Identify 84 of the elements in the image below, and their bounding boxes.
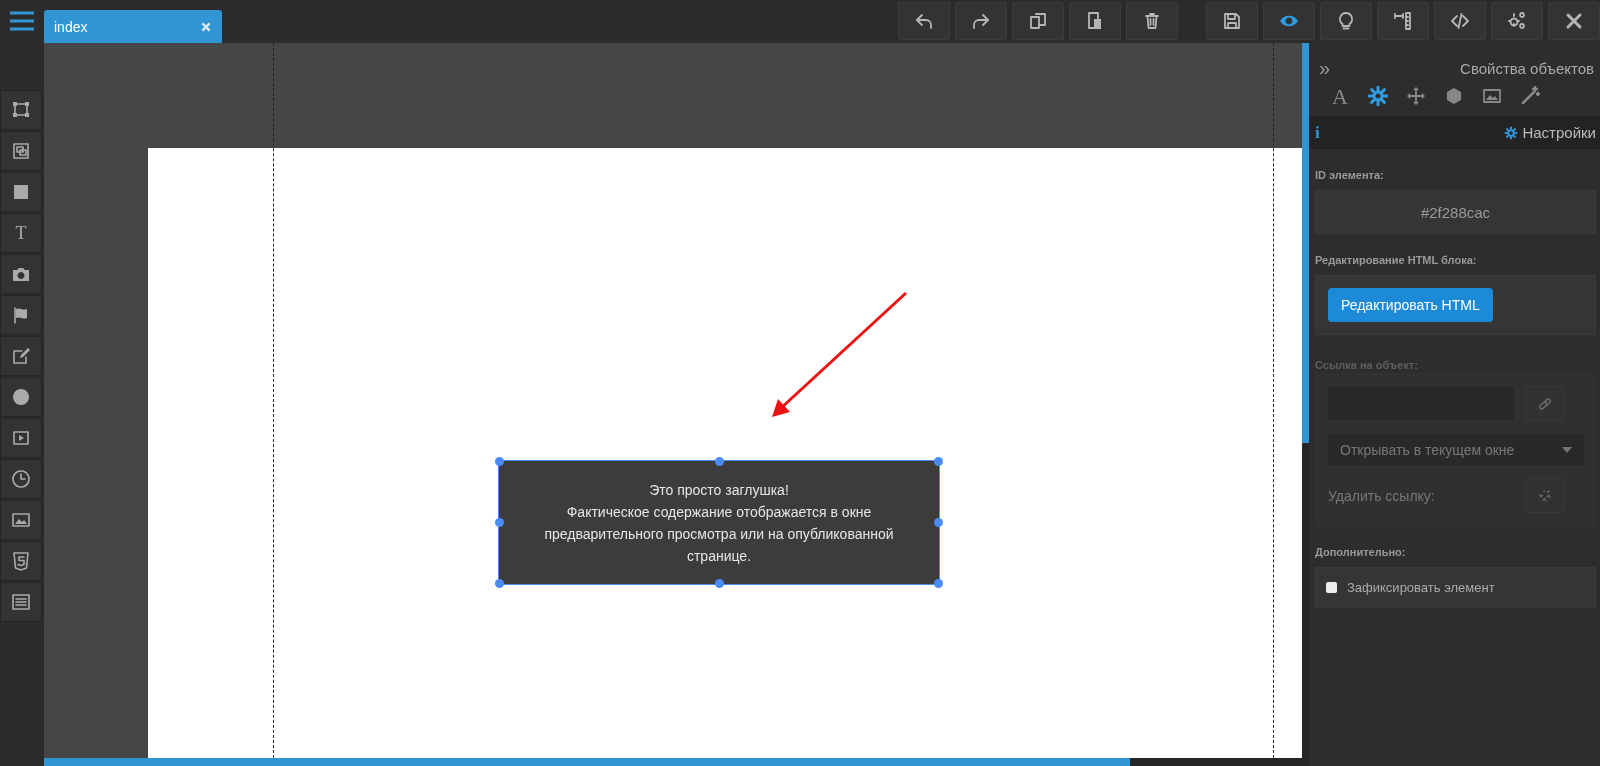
shape-tool-button[interactable] — [0, 172, 42, 212]
move-arrows-icon — [1406, 86, 1426, 106]
font-tab[interactable]: A — [1329, 86, 1351, 108]
image-tool-button[interactable] — [0, 500, 42, 540]
close-button[interactable] — [1548, 2, 1600, 40]
globe-tool-button[interactable] — [0, 377, 42, 417]
move-tab[interactable] — [1405, 86, 1427, 108]
edit-tool-button[interactable] — [0, 336, 42, 376]
resize-handle[interactable] — [495, 518, 504, 527]
field-label: Дополнительно: — [1315, 546, 1407, 558]
code-button[interactable] — [1434, 2, 1486, 40]
field-label: Редактирование HTML блока: — [1315, 254, 1478, 266]
tab-label: index — [54, 18, 88, 35]
field-label: ID элемента: — [1315, 169, 1385, 181]
group-frame-icon — [11, 141, 31, 161]
resize-handle[interactable] — [495, 579, 504, 588]
undo-button[interactable] — [898, 2, 950, 40]
edit-html-button[interactable]: Редактировать HTML — [1328, 288, 1493, 322]
clock-tool-button[interactable] — [0, 459, 42, 499]
menu-icon[interactable] — [10, 11, 34, 31]
image-icon — [1482, 86, 1502, 106]
square-icon — [11, 182, 31, 202]
document-tab[interactable]: index — [44, 10, 222, 43]
resize-handle[interactable] — [934, 579, 943, 588]
settings-button[interactable] — [1491, 2, 1543, 40]
resize-handle[interactable] — [495, 457, 504, 466]
select-tool-button[interactable] — [0, 90, 42, 130]
resize-handle[interactable] — [934, 457, 943, 466]
resize-handle[interactable] — [715, 457, 724, 466]
resize-handle[interactable] — [715, 579, 724, 588]
video-tool-button[interactable] — [0, 418, 42, 458]
code-icon — [1450, 11, 1470, 31]
section-title: Настройки — [1522, 124, 1596, 141]
magic-wand-icon — [1520, 86, 1540, 106]
collapse-button[interactable]: » — [1319, 57, 1331, 80]
info-icon[interactable]: i — [1315, 122, 1320, 143]
list-tool-button[interactable] — [0, 582, 42, 622]
undo-arrow-icon — [914, 11, 934, 31]
group-tool-button[interactable] — [0, 131, 42, 171]
trash-icon — [1142, 11, 1162, 31]
close-icon[interactable] — [200, 20, 212, 33]
flag-tool-button[interactable] — [0, 295, 42, 335]
caret-icon — [1562, 446, 1572, 453]
panel-title: Свойства объектов — [1460, 60, 1594, 77]
gear-icon — [1368, 86, 1388, 106]
hint-button[interactable] — [1320, 2, 1372, 40]
chain-link-icon — [1537, 395, 1553, 412]
light-bulb-icon — [1336, 11, 1356, 31]
camera-tool-button[interactable] — [0, 254, 42, 294]
gears-icon — [1507, 11, 1527, 31]
save-button[interactable] — [1206, 2, 1258, 40]
text-tool-button[interactable]: T — [0, 213, 42, 253]
scrollbar-thumb[interactable] — [44, 758, 1130, 766]
scrollbar-thumb[interactable] — [1302, 43, 1309, 443]
redo-arrow-icon — [971, 11, 991, 31]
gear-tab[interactable] — [1367, 86, 1389, 108]
letter-icon: T — [15, 224, 27, 242]
clock-icon — [11, 469, 31, 489]
ruler-icon — [1393, 11, 1413, 31]
placeholder-heading: Это просто заглушка! — [648, 480, 790, 500]
ruler-button[interactable] — [1377, 2, 1429, 40]
broken-link-icon — [1537, 487, 1553, 504]
preview-button[interactable] — [1263, 2, 1315, 40]
cube-icon — [1444, 86, 1464, 106]
resize-handle[interactable] — [934, 518, 943, 527]
checkbox-label: Зафиксировать элемент — [1347, 580, 1495, 595]
gear-icon — [1504, 125, 1519, 140]
delete-button[interactable] — [1126, 2, 1178, 40]
video-icon — [11, 428, 31, 448]
paste-button[interactable] — [1069, 2, 1121, 40]
placeholder-text: Фактическое содержание отображается в окне предварительного просмотра или на опубликованной странице. — [543, 502, 895, 566]
shield-icon — [11, 551, 31, 571]
list-icon — [11, 592, 31, 612]
selection-frame-icon — [11, 100, 31, 120]
checkbox[interactable] — [1326, 582, 1337, 593]
field-label: Удалить ссылку: — [1328, 487, 1436, 504]
element-id-field[interactable]: #2f288cac — [1315, 190, 1596, 234]
image-icon — [11, 510, 31, 530]
copy-button[interactable] — [1012, 2, 1064, 40]
copy-icon — [1028, 11, 1048, 31]
redo-button[interactable] — [955, 2, 1007, 40]
html-tool-button[interactable] — [0, 541, 42, 581]
pencil-square-icon — [11, 346, 31, 366]
close-icon — [1564, 11, 1584, 31]
